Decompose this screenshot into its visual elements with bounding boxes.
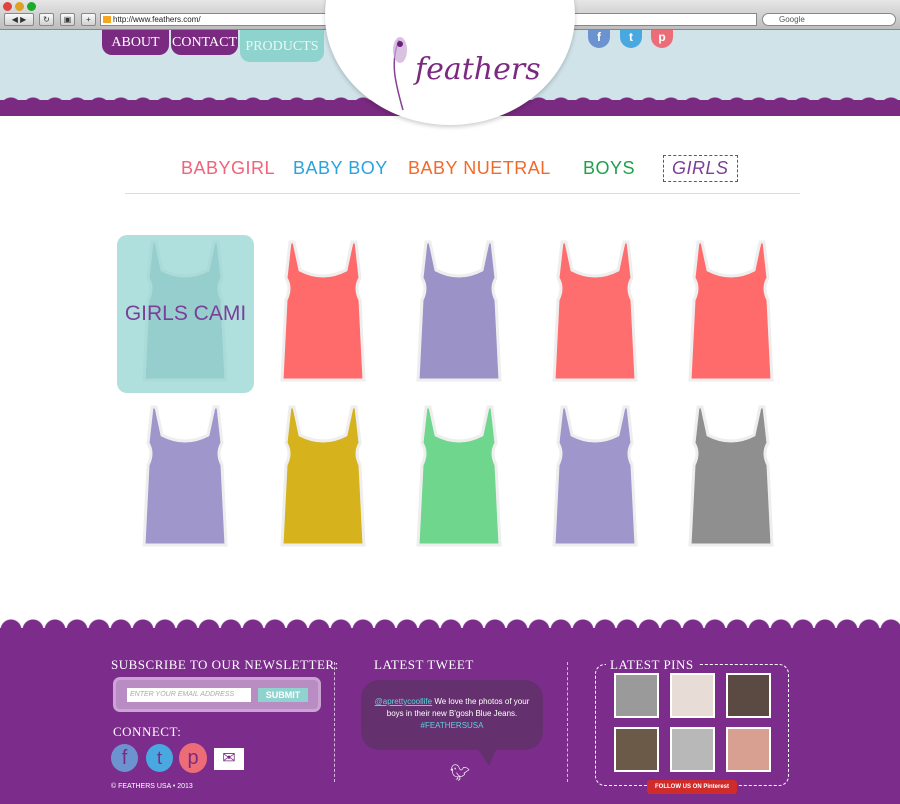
product-tank-top[interactable]	[268, 403, 378, 548]
tank-top-image	[280, 240, 366, 382]
bookmarks-button[interactable]: ▣	[60, 13, 75, 26]
tank-top-image	[416, 405, 502, 547]
bird-icon: 🐦︎	[450, 765, 471, 782]
nav-products[interactable]: PRODUCTS	[240, 30, 324, 62]
reload-button[interactable]: ↻	[39, 13, 54, 26]
category-baby-neutral[interactable]: BABY NUETRAL	[408, 158, 551, 179]
tank-top-image	[688, 405, 774, 547]
product-tank-top[interactable]	[676, 403, 786, 548]
product-tank-top[interactable]	[540, 403, 650, 548]
footer-divider	[567, 662, 568, 782]
divider	[125, 193, 800, 194]
tank-top-image	[280, 405, 366, 547]
pin-thumbnail[interactable]	[614, 727, 659, 772]
newsletter-title: SUBSCRIBE TO OUR NEWSLETTER:	[111, 657, 339, 672]
tweet-bubble: @aprettycoollife We love the photos of y…	[361, 680, 543, 750]
product-tank-top[interactable]	[676, 238, 786, 383]
pin-thumbnail[interactable]	[670, 673, 715, 718]
nav-about[interactable]: ABOUT	[102, 30, 169, 55]
zoom-button[interactable]	[27, 2, 36, 11]
product-tank-top[interactable]	[404, 403, 514, 548]
tank-top-image	[552, 405, 638, 547]
tank-top-image	[142, 405, 228, 547]
close-button[interactable]	[3, 2, 12, 11]
minimize-button[interactable]	[15, 2, 24, 11]
featured-product-label[interactable]: GIRLS CAMI	[117, 235, 254, 393]
pin-thumbnail[interactable]	[726, 673, 771, 718]
footer-scallop	[0, 618, 900, 630]
pins-title: LATEST PINS	[606, 657, 698, 673]
tweet-handle[interactable]: @aprettycoollife	[375, 697, 432, 706]
product-tank-top[interactable]	[130, 403, 240, 548]
add-tab-button[interactable]: +	[81, 13, 96, 26]
product-tank-top[interactable]	[404, 238, 514, 383]
product-tank-top[interactable]	[540, 238, 650, 383]
tank-top-image	[552, 240, 638, 382]
category-boys[interactable]: BOYS	[583, 158, 635, 179]
email-icon[interactable]: ✉	[214, 748, 244, 770]
feather-icon	[393, 37, 407, 111]
facebook-icon[interactable]: f	[111, 744, 138, 772]
pin-thumbnail[interactable]	[726, 727, 771, 772]
follow-pinterest-button[interactable]: FOLLOW US ON Pinterest	[647, 780, 737, 794]
copyright: © FEATHERS USA • 2013	[111, 783, 193, 790]
tweet-title: LATEST TWEET	[374, 657, 474, 672]
tank-top-image	[416, 240, 502, 382]
nav-contact[interactable]: CONTACT	[171, 30, 238, 55]
category-baby-boy[interactable]: BABY BOY	[293, 158, 388, 179]
product-tank-top[interactable]	[268, 238, 378, 383]
tank-top-image	[688, 240, 774, 382]
footer-divider	[334, 662, 335, 782]
pin-thumbnail[interactable]	[614, 673, 659, 718]
pin-thumbnail[interactable]	[670, 727, 715, 772]
twitter-icon[interactable]: t	[146, 744, 173, 772]
email-input[interactable]: ENTER YOUR EMAIL ADDRESS	[127, 688, 251, 702]
pinterest-icon[interactable]: p	[179, 743, 207, 773]
search-input[interactable]: Google	[762, 13, 896, 26]
connect-title: CONNECT:	[113, 724, 182, 739]
category-girls[interactable]: GIRLS	[663, 155, 738, 182]
logo[interactable]: feathers	[415, 52, 541, 87]
submit-button[interactable]: SUBMIT	[258, 688, 308, 702]
tweet-hashtag[interactable]: #FEATHERSUSA	[421, 721, 484, 730]
category-babygirl[interactable]: BABYGIRL	[181, 158, 275, 179]
back-button[interactable]: ◀ ▶	[4, 13, 34, 26]
